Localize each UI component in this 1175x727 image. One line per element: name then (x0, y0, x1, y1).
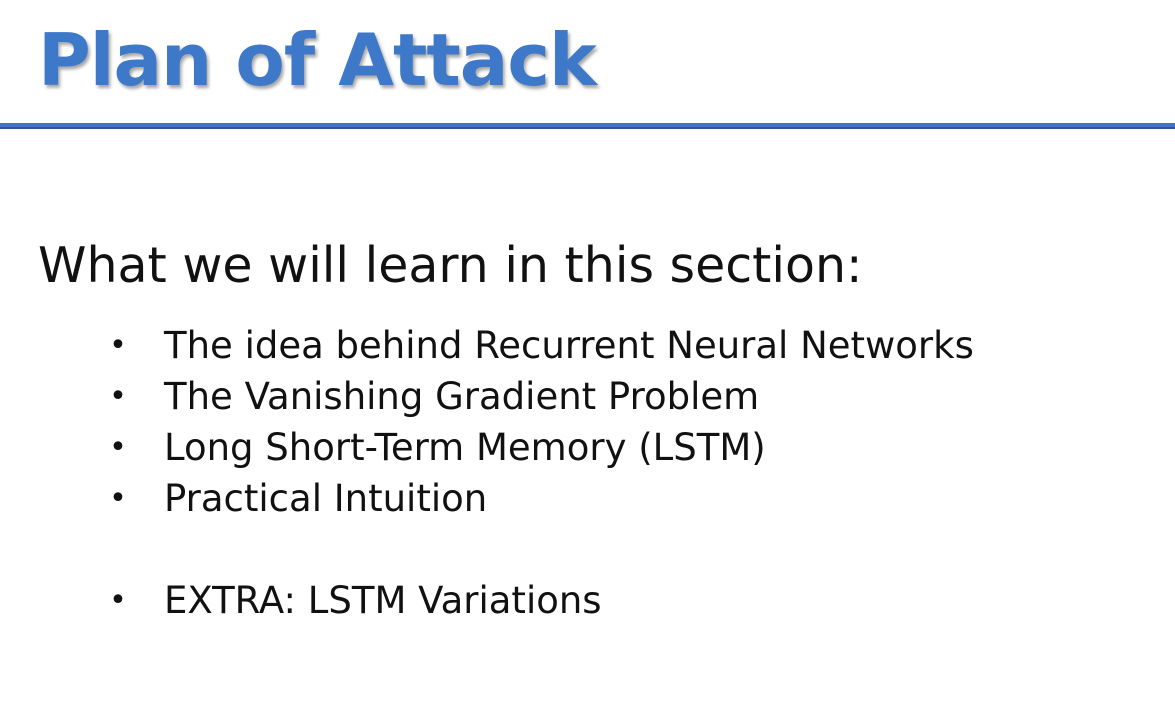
list-item-text: The Vanishing Gradient Problem (164, 375, 760, 418)
bullet-icon: • (109, 583, 127, 618)
slide-title: Plan of Attack (38, 18, 597, 102)
bullet-icon: • (109, 481, 127, 516)
list-item-text: Practical Intuition (164, 477, 488, 520)
title-divider (0, 123, 1175, 129)
slide: Plan of Attack What we will learn in thi… (0, 0, 1175, 727)
bullet-icon: • (109, 430, 127, 465)
list-item-text: The idea behind Recurrent Neural Network… (164, 324, 974, 367)
bullet-icon: • (109, 328, 127, 363)
section-heading: What we will learn in this section: (38, 237, 863, 294)
list-item-text: EXTRA: LSTM Variations (164, 579, 602, 622)
bullet-icon: • (109, 379, 127, 414)
list-item-text: Long Short-Term Memory (LSTM) (164, 426, 766, 469)
